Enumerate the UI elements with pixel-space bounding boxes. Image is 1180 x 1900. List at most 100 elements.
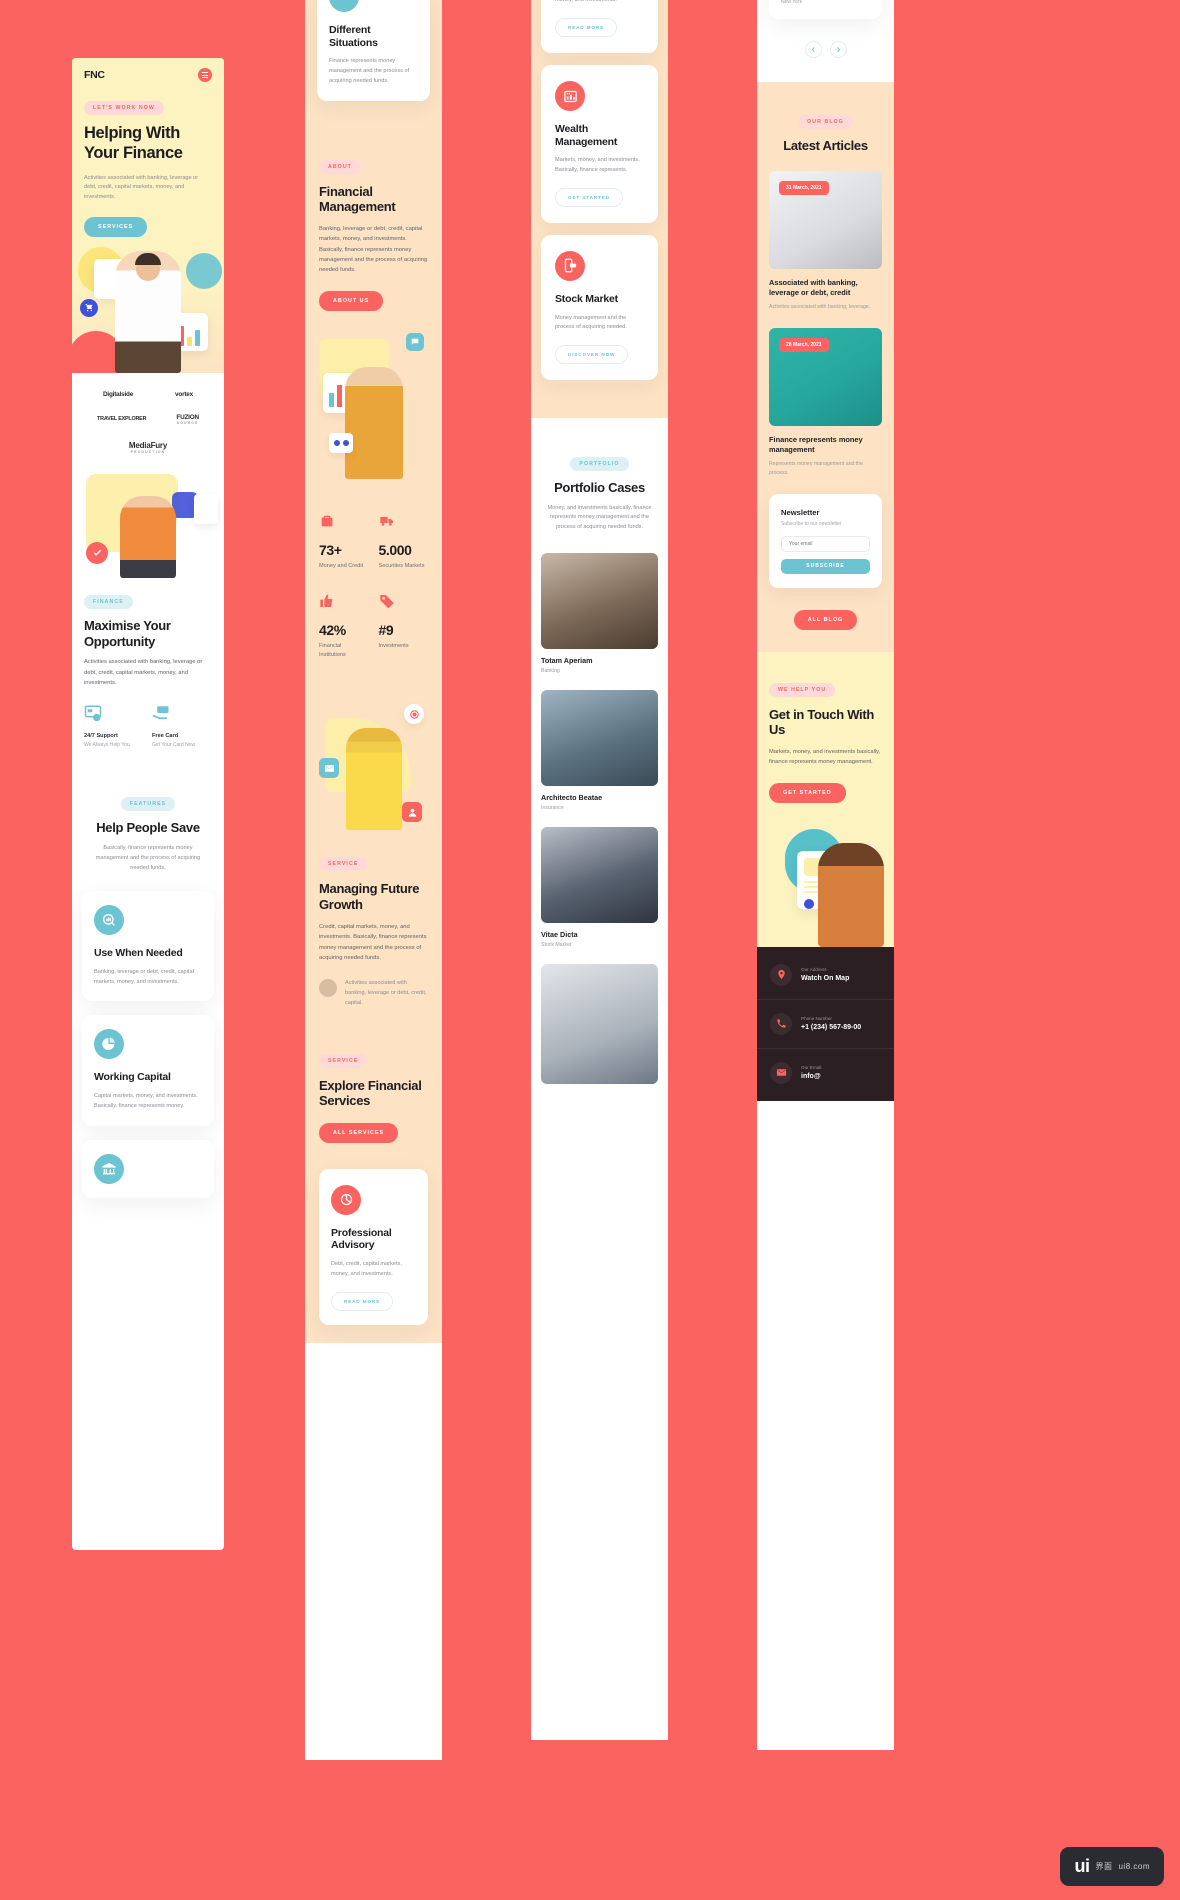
finance-section: FINANCE Maximise Your Opportunity Activi… [72, 577, 224, 767]
portfolio-header: PORTFOLIO Portfolio Cases Money, and inv… [531, 418, 668, 553]
briefcase-icon [321, 515, 333, 527]
card-title: Wealth Management [555, 123, 618, 148]
target-icon [404, 704, 424, 725]
all-services-button[interactable]: ALL SERVICES [319, 1122, 399, 1143]
footer: Our Address Watch On Map Phone Number +1… [757, 946, 894, 1101]
feature-support-title: 24/7 Support [84, 733, 118, 740]
about-us-button[interactable]: ABOUT US [319, 290, 384, 311]
blog-title: Latest Articles [783, 137, 868, 153]
hero-services-button[interactable]: SERVICES [84, 216, 148, 237]
chat-icon [406, 332, 424, 351]
hero-illustration [72, 242, 224, 373]
get-started-button[interactable]: GET STARTED [555, 187, 623, 207]
feature-free-card[interactable]: Free Card Get Your Card Now [152, 704, 212, 748]
newsletter-email-input[interactable] [781, 535, 870, 552]
service-quote: Activities associated with banking, leve… [319, 979, 428, 1008]
hero-eyebrow-badge: LET'S WORK NOW [84, 101, 164, 115]
case-title: Architecto Beatae [541, 793, 603, 802]
footer-email-value: info@ [801, 1072, 821, 1080]
card-text: Debt, credit, capital markets, money, an… [555, 0, 617, 4]
card-professional-advisory[interactable]: Professional Advisory Debt, credit, capi… [319, 1168, 428, 1325]
testimonial-card: credit, capital markets, money, and inve… [769, 0, 882, 19]
features-text: Basically, finance represents money mana… [95, 844, 201, 871]
footer-email-row[interactable]: Our Email info@ [757, 1049, 894, 1097]
stat-item: 42% Financial Institutions [319, 593, 369, 660]
stat-value: #9 [378, 622, 394, 639]
managing-growth-section: SERVICE Managing Future Growth Credit, c… [319, 852, 428, 1008]
explore-title: Explore Financial Services [319, 1077, 422, 1109]
feature-card-working-capital[interactable]: Working Capital Capital markets, money, … [82, 1015, 214, 1126]
blog-post[interactable]: 31 March, 2021 Associated with banking, … [769, 171, 882, 312]
card-text: Debt, credit, capital markets, money, an… [331, 1261, 402, 1277]
deco-chart-card [194, 493, 218, 524]
card-stock-market[interactable]: Stock Market Money management and the pr… [541, 234, 658, 381]
about-top-wrap: Different Situations Finance represents … [305, 0, 442, 131]
newsletter-subtitle: Subscribe to our newsletter [781, 520, 842, 527]
finance-feature-grid: 24/7 Support We Always Help You Free Car… [84, 704, 212, 748]
all-blog-button[interactable]: ALL BLOG [793, 609, 858, 630]
blog-post[interactable]: 28 March, 2021 Finance represents money … [769, 327, 882, 478]
portfolio-case[interactable]: Architecto Beatae Insurance [541, 690, 658, 811]
card-different-situations[interactable]: Different Situations Finance represents … [317, 0, 430, 101]
chevron-left-icon[interactable] [804, 40, 822, 58]
testimonial-wrap: credit, capital markets, money, and inve… [757, 0, 894, 82]
hero-subtext: Activities associated with banking, leve… [84, 174, 199, 201]
card-wealth-management[interactable]: Wealth Management Markets, money, and in… [541, 65, 658, 223]
footer-phone-row[interactable]: Phone Number +1 (234) 567-89-00 [757, 1000, 894, 1049]
newsletter-card: Newsletter Subscribe to our newsletter S… [769, 493, 882, 588]
brand-logo[interactable]: FNC [84, 69, 105, 81]
portfolio-case[interactable]: Totam Aperiam Banking [541, 553, 658, 674]
blog-date-badge: 28 March, 2021 [779, 337, 829, 352]
read-more-button[interactable]: READ MORE [555, 18, 618, 38]
card-text: Markets, money, and investments. Basical… [555, 157, 640, 174]
hamburger-icon[interactable] [198, 68, 212, 82]
credit-card-hand-icon [152, 706, 169, 720]
truck-icon [379, 516, 393, 526]
stat-item: #9 Investments [379, 593, 429, 660]
blog-section: OUR BLOG Latest Articles 31 March, 2021 … [757, 81, 894, 652]
footer-address-row[interactable]: Our Address Watch On Map [757, 951, 894, 1000]
read-more-button[interactable]: READ MORE [331, 1291, 394, 1311]
feature-card-title: Use When Needed [94, 947, 183, 960]
portfolio-case[interactable] [541, 964, 658, 1084]
check-badge-icon [86, 541, 108, 564]
portfolio-case[interactable]: Vitae Dicta Stock Market [541, 827, 658, 948]
discover-now-button[interactable]: DISCOVER NOW [555, 345, 629, 365]
card-advisory[interactable]: Advisory Debt, credit, capital markets, … [541, 0, 658, 54]
features-badge: FEATURES [120, 797, 176, 812]
portfolio-text: Money, and investments basically, financ… [547, 504, 652, 531]
feature-card-use-when-needed[interactable]: Use When Needed Banking, leverage or deb… [82, 891, 214, 1002]
user-icon [402, 802, 422, 823]
footer-phone-value: +1 (234) 567-89-00 [801, 1023, 862, 1031]
feature-card-bank[interactable] [82, 1139, 214, 1198]
footer-address-label: Our Address [801, 966, 827, 972]
support-monitor-icon [84, 705, 102, 722]
testimonial-city: New York [781, 0, 803, 5]
feature-support[interactable]: 24/7 Support We Always Help You [84, 704, 144, 748]
presentation-canvas: FNC LET'S WORK NOW Helping With Your Fin… [0, 0, 1180, 1900]
contact-get-started-button[interactable]: GET STARTED [769, 782, 846, 803]
phone-icon [770, 1012, 792, 1035]
service-title: Managing Future Growth [319, 881, 420, 913]
mobile-screen-about: Different Situations Finance represents … [305, 0, 442, 1760]
newsletter-subscribe-button[interactable]: SUBSCRIBE [781, 558, 870, 574]
footer-phone-label: Phone Number [801, 1015, 832, 1021]
logo-travel-explorer: TRAVEL EXPLORER [97, 416, 147, 423]
case-image [541, 827, 658, 923]
finance-text: Activities associated with banking, leve… [84, 659, 203, 686]
explore-services-section: SERVICE Explore Financial Services ALL S… [319, 1049, 428, 1143]
chevron-right-icon[interactable] [829, 40, 847, 58]
case-title: Totam Aperiam [541, 656, 593, 665]
explore-badge: SERVICE [319, 1053, 368, 1068]
mobile-screen-services: Advisory Debt, credit, capital markets, … [531, 0, 668, 1740]
mobile-card-icon [555, 250, 585, 281]
logo-mediafury: MediaFury PRODUCTION [128, 440, 168, 454]
logo-row-2: TRAVEL EXPLORER FUZION SOURCE [82, 414, 214, 425]
carousel-nav [769, 40, 882, 58]
feature-support-sub: We Always Help You [84, 742, 130, 749]
finance-badge: FINANCE [84, 594, 133, 609]
about-badge: ABOUT [319, 159, 361, 174]
map-pin-icon [770, 963, 792, 986]
stat-item: 73+ Money and Credit [319, 513, 369, 571]
about-title: Financial Management [319, 183, 396, 215]
